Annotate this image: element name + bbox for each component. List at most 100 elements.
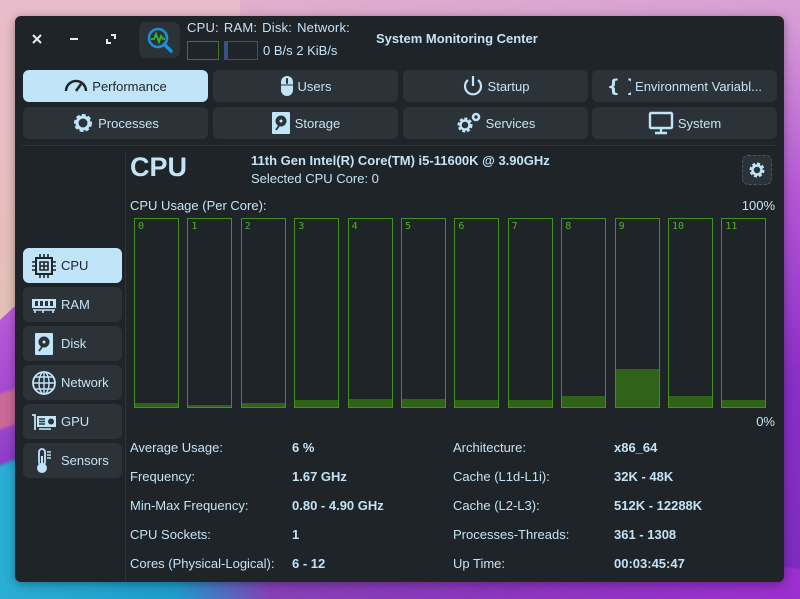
header-labels: CPU: RAM: Disk: Network:	[187, 20, 355, 35]
stat-label-right: Processes-Threads:	[453, 527, 570, 542]
ram-icon	[32, 298, 56, 313]
tab-label: Services	[485, 115, 536, 131]
core-usage-fill	[348, 399, 392, 407]
tab-label: Storage	[294, 115, 341, 131]
settings-button[interactable]	[742, 155, 772, 185]
tab-processes[interactable]: Processes	[23, 107, 208, 139]
sidebar-item-cpu[interactable]: CPU	[23, 248, 122, 283]
gear-icon	[74, 114, 93, 132]
core-label: 8	[565, 221, 572, 232]
stat-value-left: 6 %	[292, 440, 315, 455]
core-bar[interactable]: 4	[347, 218, 393, 408]
tab-label: Processes	[98, 115, 159, 131]
cpu-model: 11th Gen Intel(R) Core(TM) i5-11600K @ 3…	[251, 153, 550, 168]
stat-value-left: 1.67 GHz	[292, 469, 347, 484]
svg-text:{ }: { }	[607, 76, 631, 96]
core-bar[interactable]: 5	[401, 218, 446, 408]
gears-icon	[457, 112, 480, 133]
mouse-icon	[280, 76, 293, 96]
header-label-ram: RAM:	[223, 20, 258, 35]
sidebar-item-label: GPU	[61, 414, 90, 429]
stat-value-right: x86_64	[614, 440, 658, 455]
tab-startup[interactable]: Startup	[403, 70, 588, 102]
close-icon	[32, 34, 42, 44]
sidebar-item-label: RAM	[61, 297, 90, 312]
stat-label-left: Frequency:	[130, 469, 196, 484]
core-bar[interactable]: 7	[507, 218, 553, 408]
maximize-button[interactable]	[100, 28, 122, 50]
core-usage-fill	[188, 405, 232, 407]
core-label: 2	[244, 221, 251, 232]
stat-value-right: 00:03:45:47	[614, 556, 685, 571]
core-label: 10	[672, 221, 685, 232]
tab-performance[interactable]: Performance	[23, 70, 208, 102]
header-label-cpu: CPU:	[187, 20, 219, 35]
core-usage-fill	[562, 396, 606, 407]
usage-label: CPU Usage (Per Core):	[130, 198, 267, 213]
header-label-disk: Disk:	[262, 20, 293, 35]
tab-storage[interactable]: Storage	[213, 107, 398, 139]
selected-core: Selected CPU Core: 0	[251, 171, 379, 186]
header-bar: CPU: RAM: Disk: Network: 0 B/s 2 KiB/s Syst…	[15, 16, 784, 64]
stat-value-right: 32K - 48K	[614, 469, 674, 484]
hard-disk-icon	[271, 112, 290, 134]
app-logo	[139, 22, 180, 58]
tab-label: Users	[297, 78, 332, 94]
minimize-button[interactable]	[63, 28, 85, 50]
stat-value-right: 361 - 1308	[614, 527, 677, 542]
tab-environment-variables[interactable]: { } Environment Variabl...	[592, 70, 777, 102]
monitor-search-icon	[147, 27, 173, 53]
power-icon	[463, 76, 482, 96]
core-bar[interactable]: 11	[721, 218, 767, 408]
minimize-icon	[70, 38, 78, 40]
core-label: 7	[511, 221, 518, 232]
gauge-icon	[65, 79, 88, 92]
header-label-network: Network:	[297, 20, 350, 35]
sidebar-item-label: CPU	[61, 258, 89, 273]
core-label: 5	[405, 221, 412, 232]
disk-speed: 0 B/s	[263, 43, 293, 58]
sidebar-item-gpu[interactable]: GPU	[23, 404, 122, 439]
close-button[interactable]	[26, 28, 48, 50]
tab-label: Environment Variabl...	[635, 78, 762, 94]
core-bar[interactable]: 9	[614, 218, 660, 408]
core-bar[interactable]: 0	[134, 218, 179, 408]
core-usage-fill	[722, 400, 766, 407]
core-bar[interactable]: 2	[240, 218, 286, 408]
core-label: 11	[725, 221, 738, 232]
stat-value-left: 6 - 12	[292, 556, 326, 571]
core-label: 6	[458, 221, 465, 232]
core-label: 9	[618, 221, 625, 232]
globe-icon	[32, 370, 56, 395]
sidebar-item-sensors[interactable]: Sensors	[23, 443, 122, 478]
sidebar-item-ram[interactable]: RAM	[23, 287, 122, 322]
core-usage-fill	[135, 403, 178, 407]
core-bar[interactable]: 3	[294, 218, 340, 408]
divider-vertical	[125, 152, 126, 582]
max-percent-label: 100%	[741, 198, 775, 213]
stat-label-left: Cores (Physical-Logical):	[130, 556, 275, 571]
sidebar-item-network[interactable]: Network	[23, 365, 122, 400]
stat-label-right: Up Time:	[453, 556, 506, 571]
tab-users[interactable]: Users	[213, 70, 398, 102]
core-usage-fill	[669, 396, 712, 407]
stat-label-left: Average Usage:	[130, 440, 223, 455]
tab-services[interactable]: Services	[403, 107, 588, 139]
core-bar[interactable]: 6	[454, 218, 500, 408]
core-usage-fill	[295, 400, 339, 407]
core-bar[interactable]: 10	[668, 218, 713, 408]
gpu-icon	[32, 413, 56, 430]
tab-system[interactable]: System	[592, 107, 777, 139]
sidebar-item-label: Sensors	[61, 453, 109, 468]
stat-value-right: 512K - 12288K	[614, 498, 703, 513]
core-usage-fill	[455, 400, 499, 407]
sidebar-item-label: Disk	[61, 336, 87, 351]
speed-readout: 0 B/s 2 KiB/s	[263, 43, 337, 58]
core-usage-fill	[402, 399, 445, 407]
core-bar[interactable]: 1	[187, 218, 233, 408]
divider-horizontal	[22, 145, 776, 146]
core-bar[interactable]: 8	[561, 218, 607, 408]
core-label: 4	[351, 221, 358, 232]
core-usage-fill	[615, 369, 659, 407]
sidebar-item-disk[interactable]: Disk	[23, 326, 122, 361]
